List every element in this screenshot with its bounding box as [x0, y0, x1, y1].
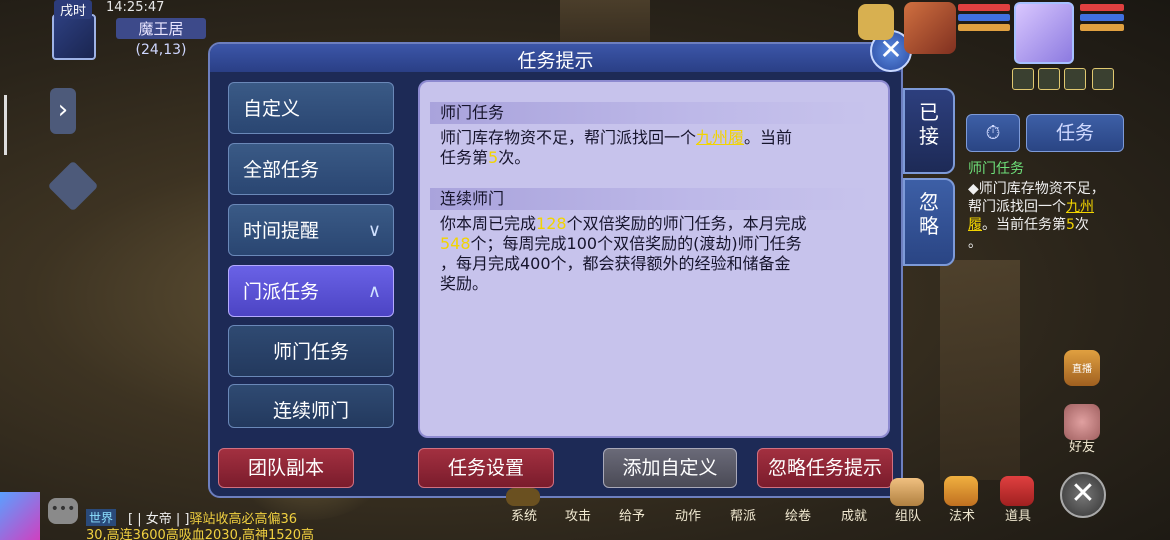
task-tracker-button[interactable]: 任务	[1026, 114, 1124, 152]
chevron-down-icon: ∨	[367, 220, 381, 241]
edge-indicator	[4, 95, 7, 155]
status-icon[interactable]	[1012, 68, 1034, 90]
task-content-panel: 师门任务 师门库存物资不足，帮门派找回一个九州履。当前 任务第5次。 连续师门 …	[418, 80, 890, 438]
minimap-portrait[interactable]	[52, 14, 96, 60]
player-avatar[interactable]	[1014, 2, 1074, 64]
clock: 14:25:47	[106, 0, 165, 15]
menu-item-time-reminder[interactable]: 时间提醒 ∨	[228, 204, 394, 256]
menu-item-sect-tasks[interactable]: 门派任务 ∧	[228, 265, 394, 317]
status-icon[interactable]	[1064, 68, 1086, 90]
submenu-item-master-task[interactable]: 师门任务	[228, 325, 394, 377]
team-icon[interactable]	[890, 478, 924, 506]
dialog-title: 任务提示	[517, 50, 594, 72]
menu-item-custom[interactable]: 自定义	[228, 82, 394, 134]
timer-icon[interactable]: ⏱	[966, 114, 1020, 152]
tracked-task-text[interactable]: ◆师门库存物资不足，帮门派找回一个九州履。当前任务第5次。	[968, 180, 1118, 252]
menu-items[interactable]: 道具	[996, 505, 1040, 524]
dialog-title-bar: 任务提示	[210, 44, 901, 72]
pet-icon[interactable]	[858, 4, 894, 40]
tab-accepted[interactable]: 已 接	[903, 88, 955, 174]
location-box[interactable]: 戌时 14:25:47 魔王居 (24,13)	[48, 0, 210, 64]
task-count: 5	[488, 148, 499, 167]
menu-item-label: 师门任务	[272, 341, 349, 363]
text-line: 548个；每周完成100个双倍奖励的(渡劫)师门任务	[440, 234, 880, 254]
menu-close-icon[interactable]: ✕	[1060, 472, 1106, 518]
menu-item-label: 连续师门	[272, 400, 349, 422]
menu-item-all-tasks[interactable]: 全部任务	[228, 143, 394, 195]
monthly-count: 548	[440, 234, 471, 253]
menu-item-label: 自定义	[243, 98, 301, 120]
text-segment: 。当前	[744, 128, 793, 147]
menu-give[interactable]: 给予	[610, 505, 654, 524]
item-bag-icon[interactable]	[1000, 476, 1034, 506]
menu-team[interactable]: 组队	[886, 505, 930, 524]
section-heading: 师门任务	[430, 102, 870, 124]
text-line: 师门库存物资不足，帮门派找回一个九州履。当前	[440, 128, 880, 148]
text-line: 奖励。	[440, 274, 489, 293]
menu-action[interactable]: 动作	[666, 505, 710, 524]
team-dungeon-button[interactable]: 团队副本	[218, 448, 354, 488]
background-pillar	[940, 260, 1020, 480]
friends-label: 好友	[1068, 440, 1095, 455]
text-segment: 个；每周完成100个双倍奖励的(渡劫)师门任务	[470, 234, 802, 253]
menu-achievement[interactable]: 成就	[832, 505, 876, 524]
text-segment: 任务第	[440, 148, 489, 167]
section-heading: 连续师门	[430, 188, 870, 210]
text-segment: 师门库存物资不足，帮门派找回一个	[440, 128, 697, 147]
tracked-task-title[interactable]: 师门任务	[968, 158, 1024, 178]
expand-arrow-icon[interactable]: ›	[50, 88, 76, 134]
section-text: 师门库存物资不足，帮门派找回一个九州履。当前 任务第5次。	[440, 128, 880, 168]
corner-app-icon[interactable]	[0, 492, 40, 540]
section-text: 你本周已完成128个双倍奖励的师门任务，本月完成 548个；每周完成100个双倍…	[440, 214, 880, 294]
rage-bar-right	[1080, 24, 1124, 31]
add-custom-button[interactable]: 添加自定义	[603, 448, 737, 488]
handshake-icon[interactable]	[1064, 404, 1100, 440]
text-segment: 次	[1074, 217, 1089, 233]
tv-icon[interactable]: 直播	[1064, 350, 1100, 386]
item-link[interactable]: 九州履	[696, 128, 744, 147]
menu-scroll[interactable]: 绘卷	[776, 505, 820, 524]
menu-spell[interactable]: 法术	[940, 505, 984, 524]
menu-attack[interactable]: 攻击	[556, 505, 600, 524]
tab-ignored[interactable]: 忽 略	[903, 178, 955, 266]
mp-bar-right	[1080, 14, 1124, 21]
menu-item-label: 时间提醒	[243, 220, 320, 242]
mp-bar	[958, 14, 1010, 21]
system-icon[interactable]	[506, 488, 540, 506]
spell-bell-icon[interactable]	[944, 476, 978, 506]
fullscreen-icon[interactable]	[47, 160, 99, 212]
menu-system[interactable]: 系统	[502, 505, 546, 524]
submenu-item-continuous-master[interactable]: 连续师门	[228, 384, 394, 428]
text-line: ，每月完成400个，都会获得额外的经验和储备金	[440, 254, 791, 273]
hp-bar-right	[1080, 4, 1124, 11]
text-segment: 个双倍奖励的师门任务，本月完成	[566, 214, 807, 233]
text-line: 你本周已完成128个双倍奖励的师门任务，本月完成	[440, 214, 880, 234]
text-segment: 你本周已完成	[440, 214, 537, 233]
weekly-count: 128	[536, 214, 567, 233]
status-icon[interactable]	[1038, 68, 1060, 90]
text-segment: 。当前任务第	[982, 217, 1066, 233]
status-icon[interactable]	[1092, 68, 1114, 90]
hp-bar	[958, 4, 1010, 11]
coordinates: (24,13)	[135, 42, 187, 58]
chat-line[interactable]: 30,高连3600高吸血2030,高神1520高	[86, 524, 314, 540]
map-name: 魔王居	[116, 18, 206, 39]
text-line: 任务第5次。	[440, 148, 880, 168]
task-settings-button[interactable]: 任务设置	[418, 448, 554, 488]
rage-bar	[958, 24, 1010, 31]
text-segment: 。	[968, 235, 982, 251]
live-label: 直播	[1072, 364, 1092, 375]
ignore-tips-button[interactable]: 忽略任务提示	[757, 448, 893, 488]
chat-icon[interactable]: •••	[48, 498, 78, 524]
menu-item-label: 门派任务	[243, 281, 320, 303]
chevron-up-icon: ∧	[367, 281, 381, 302]
pet-portrait[interactable]	[904, 2, 956, 54]
task-count: 5	[1066, 217, 1075, 233]
time-period: 戌时	[54, 0, 93, 19]
menu-item-label: 全部任务	[243, 159, 320, 181]
text-segment: 次。	[498, 148, 531, 167]
menu-guild[interactable]: 帮派	[721, 505, 765, 524]
